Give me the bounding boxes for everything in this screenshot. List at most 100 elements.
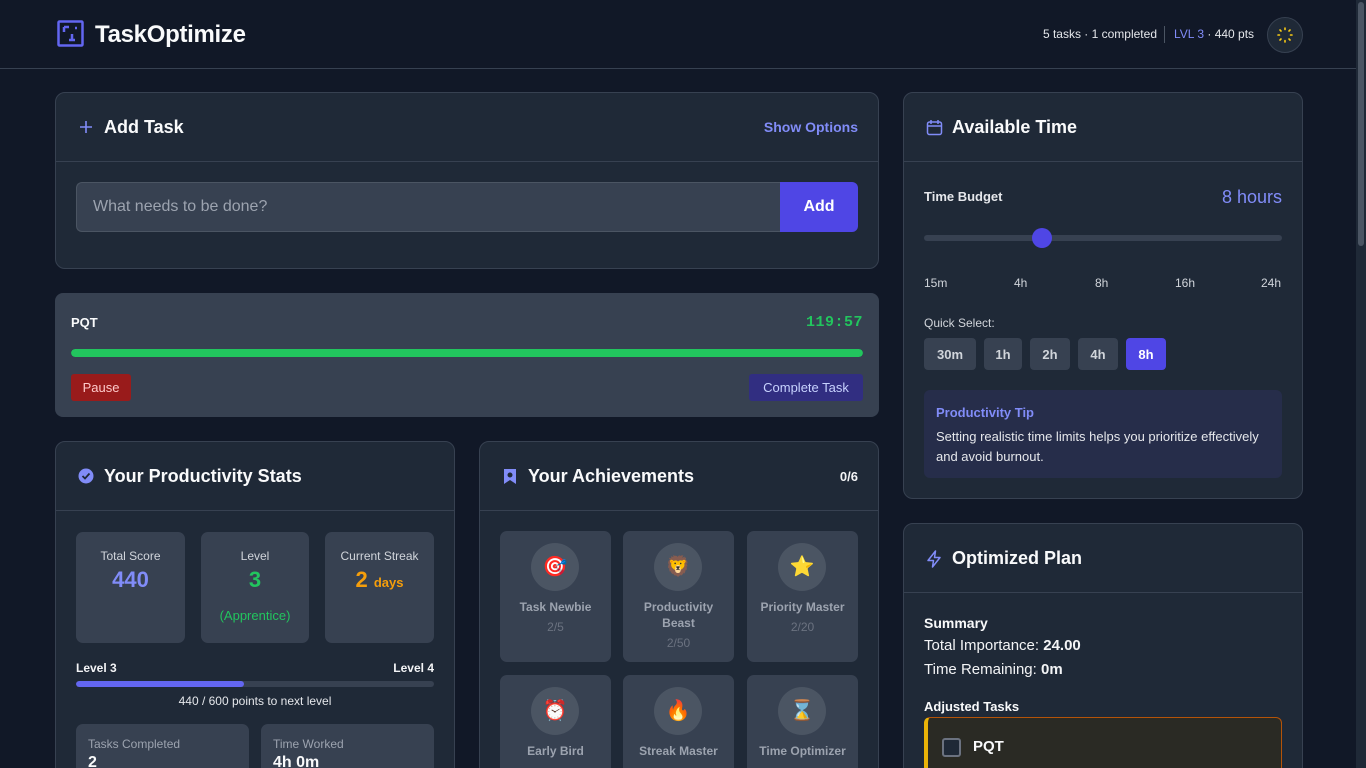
sun-icon	[1277, 27, 1293, 43]
star-icon: ⭐	[778, 543, 826, 591]
task-input[interactable]	[76, 182, 782, 232]
importance-label: Total Importance:	[924, 637, 1040, 654]
task-summary: 5 tasks · 1 completed	[1042, 27, 1157, 41]
pause-button[interactable]: Pause	[71, 374, 131, 401]
achievement-name: Productivity Beast	[643, 600, 714, 630]
task-checkbox[interactable]	[942, 738, 961, 757]
lion-icon: 🦁	[654, 543, 702, 591]
time-budget-slider[interactable]	[924, 235, 1282, 241]
scrollbar-thumb[interactable]	[1358, 2, 1364, 246]
plus-icon	[80, 121, 92, 133]
header-divider	[1164, 26, 1165, 43]
total-score-value: 440	[112, 567, 149, 592]
tasks-completed-label: Tasks Completed	[88, 737, 181, 751]
lightning-icon	[927, 550, 941, 568]
achievement-progress: 2/20	[790, 620, 815, 634]
level-label: Level	[240, 549, 270, 563]
alarm-clock-icon: ⏰	[531, 687, 579, 735]
adjusted-tasks-title: Adjusted Tasks	[924, 699, 1020, 714]
tick-label: 16h	[1175, 276, 1196, 290]
quick-select-4h[interactable]: 4h	[1078, 338, 1118, 370]
tip-title: Productivity Tip	[936, 405, 1034, 420]
streak-box: Current Streak 2 days	[325, 532, 434, 643]
quick-select-label: Quick Select:	[924, 316, 995, 330]
level-value: 3	[248, 567, 262, 592]
timer-countdown: 119:57	[805, 314, 863, 331]
add-task-header: Add Task Show Options	[56, 93, 878, 162]
show-options-link[interactable]: Show Options	[764, 119, 858, 135]
time-worked-value: 4h 0m	[273, 754, 320, 768]
level-name: (Apprentice)	[219, 608, 291, 623]
available-time-title: Available Time	[952, 117, 1078, 137]
timer-progress-bar	[71, 349, 863, 357]
achievements-card: Your Achievements 0/6 🎯 Task Newbie 2/5 …	[479, 441, 879, 768]
target-icon: 🎯	[531, 543, 579, 591]
streak-unit: days	[373, 575, 404, 590]
productivity-tip: Productivity Tip Setting realistic time …	[924, 390, 1282, 478]
tick-label: 24h	[1261, 276, 1282, 290]
achievement-name: Priority Master	[760, 600, 845, 614]
remaining-label: Time Remaining:	[924, 661, 1037, 678]
available-time-card: Available Time Time Budget 8 hours 15m 4…	[903, 92, 1303, 499]
achievement-early-bird: ⏰ Early Bird	[500, 675, 611, 768]
level-box: Level 3 (Apprentice)	[201, 532, 309, 643]
hourglass-icon: ⌛	[778, 687, 826, 735]
remaining-value: 0m	[1041, 661, 1063, 678]
achievement-name: Streak Master	[639, 744, 718, 758]
achievement-priority-master: ⭐ Priority Master 2/20	[747, 531, 858, 662]
achievements-header: Your Achievements 0/6	[480, 442, 878, 511]
complete-task-button[interactable]: Complete Task	[749, 374, 863, 401]
trophy-icon	[504, 469, 516, 484]
tasks-completed-box: Tasks Completed 2	[76, 724, 249, 768]
achievement-progress: 2/50	[666, 636, 691, 650]
achievements-count: 0/6	[839, 469, 858, 484]
total-importance: Total Importance: 24.00	[924, 637, 1081, 654]
streak-label: Current Streak	[340, 549, 419, 563]
total-score-label: Total Score	[100, 549, 161, 563]
calendar-icon	[926, 120, 943, 136]
stats-card: Your Productivity Stats Total Score 440 …	[55, 441, 455, 768]
timer-progress-fill	[71, 349, 863, 357]
add-task-button[interactable]: Add	[780, 182, 858, 232]
current-level-label: Level 3	[76, 661, 117, 675]
streak-value: 2	[355, 567, 368, 592]
active-task-timer: PQT 119:57 Pause Complete Task	[55, 293, 879, 417]
check-badge-icon	[78, 468, 94, 484]
stats-header: Your Productivity Stats	[56, 442, 454, 511]
tick-label: 4h	[1014, 276, 1028, 290]
add-task-card: Add Task Show Options Add	[55, 92, 879, 269]
achievement-progress: 2/5	[547, 620, 564, 634]
achievement-name: Time Optimizer	[759, 744, 846, 758]
time-remaining: Time Remaining: 0m	[924, 661, 1063, 678]
header-level: LVL 3	[1174, 27, 1205, 41]
quick-select-30m[interactable]: 30m	[924, 338, 976, 370]
quick-select-1h[interactable]: 1h	[984, 338, 1022, 370]
quick-select-2h[interactable]: 2h	[1030, 338, 1070, 370]
level-points: LVL 3 · 440 pts	[1174, 27, 1254, 41]
achievements-title: Your Achievements	[528, 466, 695, 486]
app-title: TaskOptimize	[95, 21, 246, 48]
stats-title: Your Productivity Stats	[104, 466, 302, 486]
time-budget-label: Time Budget	[924, 189, 1003, 204]
app-header: TaskOptimize 5 tasks · 1 completed LVL 3…	[0, 0, 1366, 69]
achievement-name: Task Newbie	[519, 600, 592, 614]
tip-text: Setting realistic time limits helps you …	[936, 429, 1259, 464]
time-budget-value: 8 hours	[1221, 187, 1282, 207]
tick-label: 8h	[1095, 276, 1109, 290]
add-task-title: Add Task	[104, 117, 184, 137]
logo-icon	[57, 20, 84, 47]
quick-select-8h[interactable]: 8h	[1126, 338, 1166, 370]
theme-toggle-button[interactable]	[1267, 17, 1303, 53]
slider-handle[interactable]	[1032, 228, 1053, 248]
time-worked-box: Time Worked 4h 0m	[261, 724, 434, 768]
achievement-task-newbie: 🎯 Task Newbie 2/5	[500, 531, 611, 662]
adjusted-task-item[interactable]: PQT	[924, 717, 1282, 768]
total-score-box: Total Score 440	[76, 532, 185, 643]
time-worked-label: Time Worked	[273, 737, 344, 751]
streak-value-wrap: 2 days	[325, 567, 434, 593]
importance-value: 24.00	[1043, 637, 1081, 654]
adjusted-task-name: PQT	[973, 738, 1004, 755]
points-to-next: 440 / 600 points to next level	[178, 694, 332, 708]
fire-icon: 🔥	[654, 687, 702, 735]
achievement-productivity-beast: 🦁 Productivity Beast 2/50	[623, 531, 734, 662]
